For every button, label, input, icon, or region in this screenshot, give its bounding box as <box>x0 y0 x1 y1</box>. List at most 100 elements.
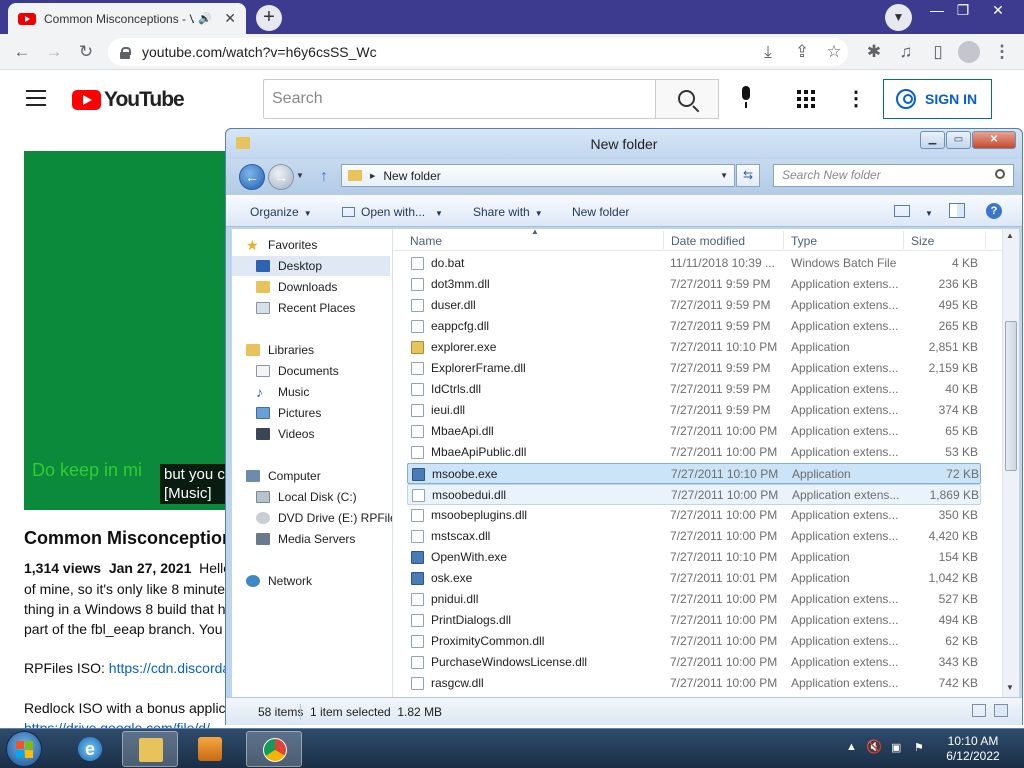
address-dropdown-icon[interactable]: ▼ <box>720 171 728 180</box>
action-center-flag-icon[interactable]: ⚑ <box>914 741 924 754</box>
open-with-button[interactable]: Open with... ▼ <box>342 205 443 219</box>
browser-tab[interactable]: Common Misconceptions - V 🔊 ✕ <box>8 3 246 34</box>
apps-grid-icon[interactable] <box>797 90 815 108</box>
media-control-icon[interactable]: ♫ <box>894 40 918 64</box>
change-view-icon[interactable] <box>894 205 910 217</box>
share-with-button[interactable]: Share with ▼ <box>473 205 543 219</box>
recent-pages-dropdown-icon[interactable]: ▼ <box>296 171 304 180</box>
refresh-icon[interactable]: ⇆ <box>736 164 760 187</box>
speaker-icon[interactable]: 🔊 <box>198 12 212 25</box>
column-header-type[interactable]: Type <box>791 234 817 248</box>
file-list-scrollbar[interactable]: ▲ ▼ <box>1002 229 1019 697</box>
nav-pictures[interactable]: Pictures <box>232 403 390 423</box>
file-row[interactable]: ProximityCommon.dll 7/27/2011 10:00 PM App… <box>407 631 981 652</box>
scroll-down-arrow-icon[interactable]: ▼ <box>1006 683 1014 692</box>
extensions-puzzle-icon[interactable]: ✱ <box>862 40 886 64</box>
back-arrow-icon[interactable]: ← <box>10 40 34 64</box>
nav-local-disk[interactable]: Local Disk (C:) <box>232 487 390 507</box>
explorer-maximize-button[interactable]: ▭ <box>946 131 971 149</box>
scrollbar-thumb[interactable] <box>1005 321 1017 471</box>
explorer-address-bar[interactable]: ▶ New folder ▼ <box>341 164 735 187</box>
profile-avatar-icon[interactable] <box>958 41 980 63</box>
taskbar-media-player[interactable] <box>182 731 238 767</box>
large-icons-view-icon[interactable] <box>994 704 1008 717</box>
file-row[interactable]: msoobe.exe 7/27/2011 10:10 PM Application 7… <box>407 463 981 484</box>
back-arrow-icon[interactable]: ← <box>239 164 265 190</box>
nav-dvd-drive[interactable]: DVD Drive (E:) RPFiles <box>232 508 403 528</box>
explorer-minimize-button[interactable]: ▁ <box>920 131 945 149</box>
explorer-search-input[interactable]: Search New folder <box>773 164 1014 187</box>
volume-muted-icon[interactable]: 🔇 <box>866 739 882 755</box>
video-player[interactable] <box>24 151 230 510</box>
new-folder-button[interactable]: New folder <box>572 205 629 219</box>
file-row[interactable]: ExplorerFrame.dll 7/27/2011 9:59 PM Applic… <box>407 358 981 379</box>
breadcrumb-new-folder[interactable]: New folder <box>383 169 440 183</box>
details-view-icon[interactable] <box>972 704 986 717</box>
file-row[interactable]: dot3mm.dll 7/27/2011 9:59 PM Application e… <box>407 274 981 295</box>
file-row[interactable]: MbaeApi.dll 7/27/2011 10:00 PM Application… <box>407 421 981 442</box>
nav-network[interactable]: Network <box>232 571 390 591</box>
tab-search-button[interactable]: ▼ <box>885 4 912 31</box>
nav-media-servers[interactable]: Media Servers <box>232 529 390 549</box>
nav-music[interactable]: ♪ Music <box>232 382 390 402</box>
youtube-search-input[interactable]: Search <box>263 79 656 119</box>
preview-pane-icon[interactable] <box>949 203 965 218</box>
file-row[interactable]: PurchaseWindowsLicense.dll 7/27/2011 10:0… <box>407 652 981 673</box>
file-row[interactable]: duser.dll 7/27/2011 9:59 PM Application ex… <box>407 295 981 316</box>
youtube-logo[interactable]: YouTube <box>72 88 185 112</box>
install-icon[interactable]: ⤓ <box>756 40 780 64</box>
nav-libraries[interactable]: Libraries <box>232 340 390 360</box>
forward-arrow-icon[interactable]: → <box>268 164 294 190</box>
file-row[interactable]: IdCtrls.dll 7/27/2011 9:59 PM Application … <box>407 379 981 400</box>
file-row[interactable]: pnidui.dll 7/27/2011 10:00 PM Application … <box>407 589 981 610</box>
explorer-close-button[interactable]: ✕ <box>972 131 1016 149</box>
taskbar-internet-explorer[interactable]: e <box>62 731 118 767</box>
breadcrumb-arrow-icon[interactable]: ▶ <box>370 172 375 180</box>
hamburger-menu-icon[interactable] <box>26 90 46 106</box>
file-row[interactable]: rasgcw.dll 7/27/2011 10:00 PM Application … <box>407 673 981 694</box>
tab-close-icon[interactable]: ✕ <box>224 10 236 27</box>
up-arrow-icon[interactable]: ↑ <box>320 168 328 186</box>
microphone-icon[interactable] <box>738 86 754 110</box>
more-options-icon[interactable]: ⋮ <box>846 86 866 112</box>
chrome-menu-icon[interactable]: ⋮ <box>990 40 1014 64</box>
taskbar-chrome[interactable] <box>246 731 302 767</box>
browser-close-button[interactable]: ✕ <box>983 0 1013 22</box>
sign-in-button[interactable]: SIGN IN <box>883 79 992 119</box>
nav-desktop[interactable]: Desktop <box>232 256 390 276</box>
new-tab-button[interactable]: + <box>256 5 282 31</box>
file-row[interactable]: mstscax.dll 7/27/2011 10:00 PM Application… <box>407 526 981 547</box>
system-clock[interactable]: 10:10 AM 6/12/2022 <box>938 734 1008 764</box>
file-row[interactable]: PrintDialogs.dll 7/27/2011 10:00 PM Applic… <box>407 610 981 631</box>
column-header-name[interactable]: Name <box>410 234 442 248</box>
help-icon[interactable]: ? <box>986 203 1002 219</box>
show-hidden-icons-icon[interactable]: ▲ <box>846 741 857 753</box>
nav-favorites[interactable]: ★ Favorites <box>232 235 390 255</box>
rpfiles-link[interactable]: https://cdn.discorda <box>109 660 230 676</box>
forward-arrow-icon[interactable]: → <box>42 40 66 64</box>
file-row[interactable]: osk.exe 7/27/2011 10:01 PM Application 1,04… <box>407 568 981 589</box>
file-row[interactable]: ieui.dll 7/27/2011 9:59 PM Application ext… <box>407 400 981 421</box>
file-row[interactable]: explorer.exe 7/27/2011 10:10 PM Applicatio… <box>407 337 981 358</box>
taskbar-file-explorer[interactable] <box>122 731 178 767</box>
share-icon[interactable]: ⇪ <box>790 40 814 64</box>
scroll-up-arrow-icon[interactable]: ▲ <box>1006 231 1014 240</box>
reload-icon[interactable]: ↻ <box>74 40 98 64</box>
file-row[interactable]: MbaeApiPublic.dll 7/27/2011 10:00 PM Appli… <box>407 442 981 463</box>
network-icon[interactable]: ▣ <box>891 741 901 754</box>
search-icon[interactable] <box>995 169 1005 179</box>
address-bar[interactable]: youtube.com/watch?v=h6y6csSS_Wc <box>108 38 848 66</box>
file-row[interactable]: OpenWith.exe 7/27/2011 10:10 PM Applicatio… <box>407 547 981 568</box>
nav-documents[interactable]: Documents <box>232 361 390 381</box>
browser-restore-button[interactable]: ❐ <box>948 0 978 22</box>
column-header-date[interactable]: Date modified <box>671 234 745 248</box>
explorer-title-bar[interactable]: New folder ▁ ▭ ✕ <box>226 129 1022 159</box>
file-row[interactable]: do.bat 11/11/2018 10:39 ... Windows Batch … <box>407 253 981 274</box>
organize-button[interactable]: Organize ▼ <box>250 205 312 219</box>
column-header-size[interactable]: Size <box>911 234 934 248</box>
side-panel-icon[interactable]: ▯ <box>926 40 950 64</box>
start-button[interactable] <box>6 731 42 767</box>
nav-computer[interactable]: Computer <box>232 466 390 486</box>
nav-recent-places[interactable]: Recent Places <box>232 298 390 318</box>
view-dropdown-icon[interactable]: ▼ <box>920 205 933 219</box>
